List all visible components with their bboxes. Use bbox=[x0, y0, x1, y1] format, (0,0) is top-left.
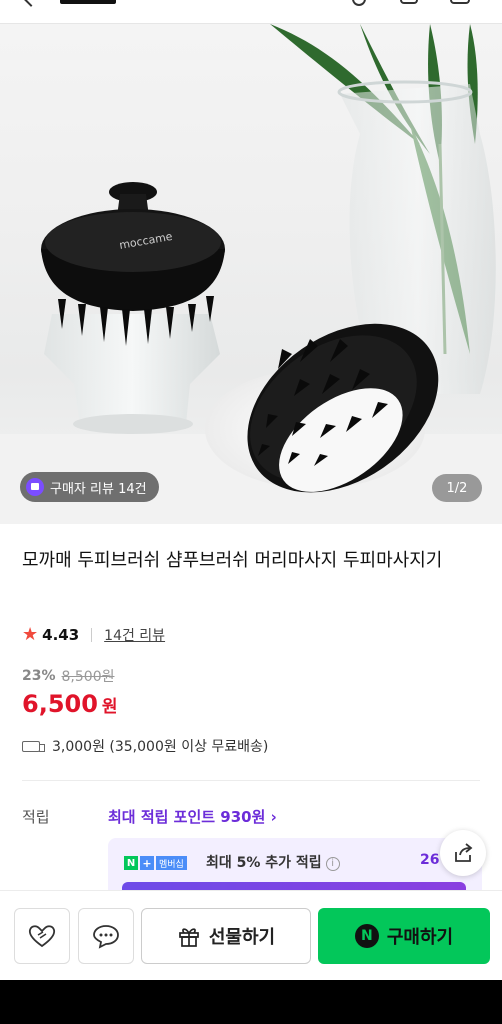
extra-points-amount: 26 bbox=[420, 852, 440, 868]
star-icon: ★ bbox=[22, 624, 39, 645]
talk-talk-button[interactable] bbox=[78, 908, 134, 964]
membership-tag: 멤버십 bbox=[156, 856, 187, 870]
cart-icon[interactable] bbox=[400, 0, 418, 4]
points-label: 적립 bbox=[22, 808, 50, 826]
max-points-link[interactable]: 최대 적립 포인트 930원 › bbox=[108, 806, 277, 827]
discount-row: 23% 8,500원 bbox=[22, 666, 114, 686]
product-page: moccame 구매자 리뷰 14건 1/2 모까매 두피브러쉬 샴푸브러쉬 머… bbox=[0, 0, 502, 980]
rating-divider bbox=[91, 627, 93, 642]
sale-price: 6,500 bbox=[22, 690, 98, 718]
gift-button[interactable]: 선물하기 bbox=[141, 908, 311, 964]
buy-button-label: 구매하기 bbox=[386, 927, 454, 948]
product-image[interactable]: moccame 구매자 리뷰 14건 1/2 bbox=[0, 24, 502, 524]
buyer-review-chip[interactable]: 구매자 리뷰 14건 bbox=[20, 472, 159, 502]
review-chip-label: 구매자 리뷰 14건 bbox=[50, 481, 147, 497]
image-counter-label: 1/2 bbox=[446, 480, 468, 496]
heart-icon bbox=[28, 925, 56, 948]
share-icon bbox=[455, 843, 473, 862]
price-unit: 원 bbox=[101, 697, 118, 717]
chat-bubble-icon bbox=[93, 925, 119, 949]
image-counter: 1/2 bbox=[432, 474, 482, 502]
top-header bbox=[0, 0, 502, 24]
price-row: 6,500 원 bbox=[22, 690, 118, 718]
naver-n-icon: N bbox=[124, 856, 138, 870]
shipping-row: 3,000원 (35,000원 이상 무료배송) bbox=[22, 736, 268, 756]
naver-pay-icon: N bbox=[354, 924, 379, 948]
section-divider bbox=[22, 780, 480, 781]
system-navigation-bar bbox=[0, 980, 502, 1024]
buy-button[interactable]: N 구매하기 bbox=[318, 908, 490, 964]
shopping-bag-icon bbox=[26, 478, 44, 496]
plus-icon: + bbox=[140, 856, 154, 870]
rating-value: 4.43 bbox=[42, 625, 80, 644]
search-icon[interactable] bbox=[352, 0, 366, 6]
bottom-action-bar: 선물하기 N 구매하기 bbox=[0, 890, 502, 980]
review-count-link[interactable]: 14건 리뷰 bbox=[104, 625, 165, 645]
product-photo: moccame bbox=[0, 24, 502, 524]
discount-rate: 23% bbox=[22, 668, 56, 684]
rating-row: ★ 4.43 14건 리뷰 bbox=[22, 624, 165, 645]
wishlist-button[interactable] bbox=[14, 908, 70, 964]
share-button[interactable] bbox=[440, 830, 486, 876]
info-icon[interactable]: i bbox=[325, 857, 340, 871]
menu-icon[interactable] bbox=[450, 0, 470, 4]
gift-icon bbox=[179, 928, 199, 947]
gift-button-label: 선물하기 bbox=[208, 927, 276, 948]
back-arrow-icon[interactable] bbox=[21, 0, 41, 7]
original-price: 8,500원 bbox=[61, 669, 115, 685]
glass-stand bbox=[44, 314, 220, 424]
extra-points-text: 최대 5% 추가 적립 i bbox=[206, 852, 340, 872]
extra-points-label: 최대 5% 추가 적립 bbox=[206, 855, 322, 871]
product-title: 모까매 두피브러쉬 샴푸브러쉬 머리마사지 두피마사지기 bbox=[22, 550, 443, 571]
store-logo[interactable] bbox=[60, 0, 116, 4]
truck-icon bbox=[22, 740, 45, 752]
naver-plus-badge: N + 멤버십 bbox=[124, 856, 187, 870]
shipping-text: 3,000원 (35,000원 이상 무료배송) bbox=[52, 739, 269, 755]
